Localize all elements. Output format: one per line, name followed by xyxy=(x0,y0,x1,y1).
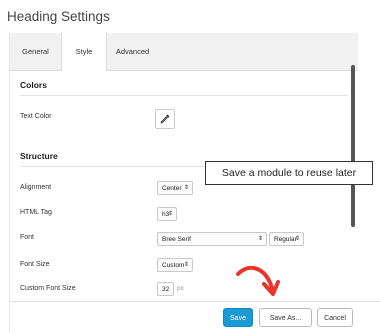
alignment-select[interactable]: Center ⇕ xyxy=(157,181,193,195)
font-family-value: Bree Serif xyxy=(162,236,191,243)
select-arrows-icon: ⇕ xyxy=(183,185,189,191)
settings-header: Heading Settings xyxy=(0,0,380,33)
section-divider xyxy=(20,95,348,96)
text-color-label: Text Color xyxy=(20,113,52,120)
eyedropper-icon xyxy=(160,114,170,124)
select-arrows-icon: ⇕ xyxy=(257,236,263,242)
alignment-label: Alignment xyxy=(20,184,52,191)
alignment-value: Center xyxy=(162,185,182,192)
settings-panel: Colors Text Color Structure Alignment Ce… xyxy=(10,71,354,301)
custom-font-size-input[interactable]: 32 xyxy=(157,282,174,296)
html-tag-label: HTML Tag xyxy=(20,209,52,216)
save-button[interactable]: Save xyxy=(223,308,253,327)
select-arrows-icon: ⇕ xyxy=(167,211,173,217)
text-color-picker[interactable] xyxy=(155,109,175,129)
cancel-button[interactable]: Cancel xyxy=(317,308,353,327)
section-title-colors: Colors xyxy=(20,80,47,90)
annotation-arrow-icon xyxy=(236,265,280,296)
select-arrows-icon: ⇕ xyxy=(294,236,300,242)
select-arrows-icon: ⇕ xyxy=(183,262,189,268)
font-size-value: Custom xyxy=(162,262,185,269)
custom-font-size-label: Custom Font Size xyxy=(20,285,76,292)
font-weight-select[interactable]: Regular ⇕ xyxy=(269,232,304,246)
dialog-title: Heading Settings xyxy=(7,9,110,24)
tab-advanced[interactable]: Advanced xyxy=(105,33,160,70)
scrollbar[interactable] xyxy=(351,65,355,227)
tab-style[interactable]: Style xyxy=(61,33,107,71)
section-title-structure: Structure xyxy=(20,151,58,161)
font-label: Font xyxy=(20,234,35,241)
tab-general[interactable]: General xyxy=(10,33,61,70)
unit-label: px xyxy=(177,285,184,292)
font-weight-value: Regular xyxy=(274,236,297,243)
font-size-select[interactable]: Custom ⇕ xyxy=(157,258,193,272)
tooltip: Save a module to reuse later xyxy=(205,161,373,185)
font-size-label: Font Size xyxy=(20,261,50,268)
save-as-button[interactable]: Save As... xyxy=(259,308,312,327)
tab-bar: General Style Advanced xyxy=(10,33,358,71)
dialog-footer: Save Save As... Cancel xyxy=(10,301,380,333)
font-family-select[interactable]: Bree Serif ⇕ xyxy=(157,232,267,246)
html-tag-select[interactable]: h3 ⇕ xyxy=(157,207,177,221)
